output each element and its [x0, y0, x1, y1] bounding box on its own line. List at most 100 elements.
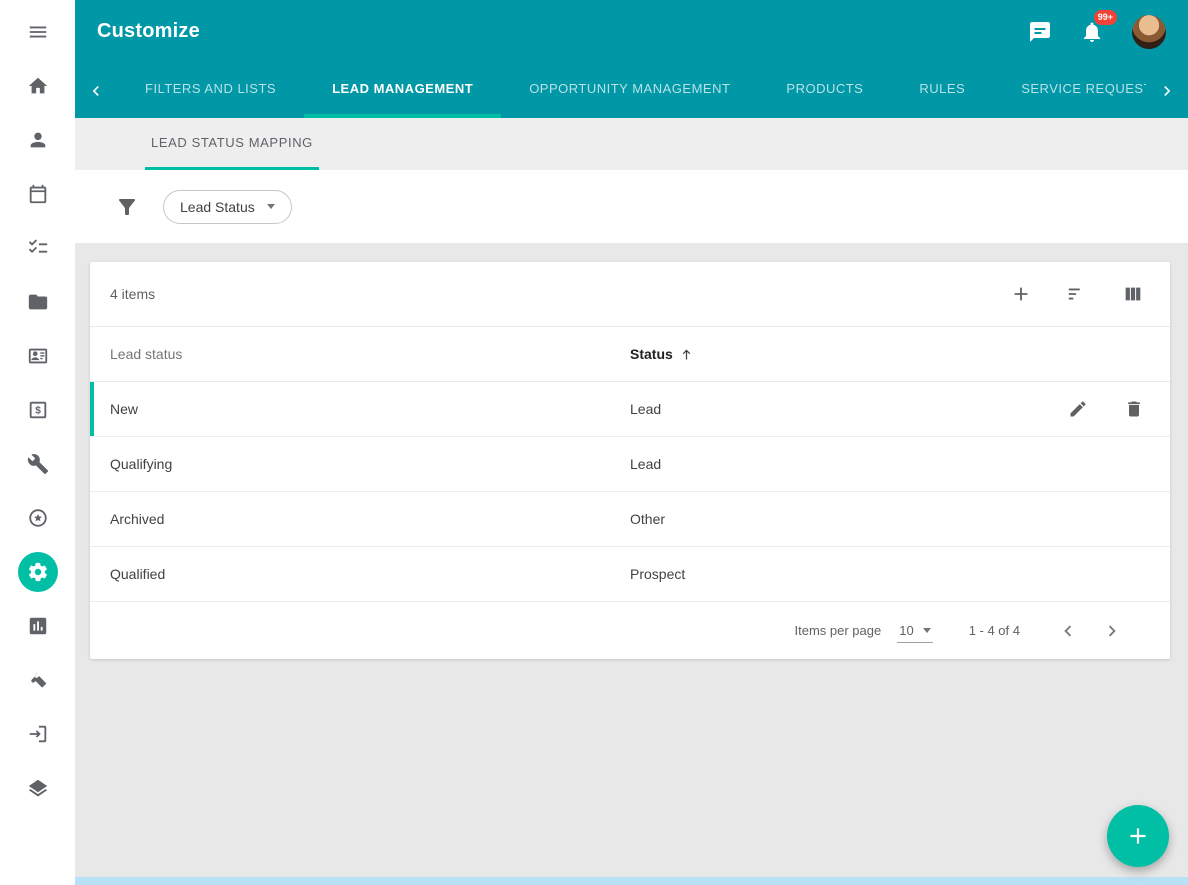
- tab-service-request-management[interactable]: SERVICE REQUEST MANAGEMI: [993, 63, 1146, 118]
- items-count: 4 items: [110, 286, 155, 302]
- add-fab[interactable]: [1107, 805, 1169, 867]
- lead-status-mapping-card: 4 items Lead status Status: [90, 262, 1170, 659]
- sidebar-item-account[interactable]: [18, 120, 58, 160]
- tabs-scroll-right-button[interactable]: [1146, 63, 1188, 118]
- page-range-label: 1 - 4 of 4: [969, 623, 1020, 638]
- tab-rules[interactable]: RULES: [891, 63, 993, 118]
- app-bar: Customize 99+: [75, 0, 1188, 63]
- cell-status: Lead: [630, 456, 1144, 472]
- wrench-icon: [27, 453, 49, 475]
- lead-status-filter-chip[interactable]: Lead Status: [163, 190, 292, 224]
- bar-chart-icon: [27, 615, 49, 637]
- tabs-scroll-left-button[interactable]: [75, 63, 117, 118]
- avatar[interactable]: [1132, 15, 1166, 49]
- chevron-right-icon: [1101, 620, 1123, 642]
- person-icon: [27, 129, 49, 151]
- table-row[interactable]: Qualified Prospect: [90, 547, 1170, 602]
- filter-icon[interactable]: [115, 195, 139, 219]
- sidebar-item-exit[interactable]: [18, 714, 58, 754]
- add-icon[interactable]: [1010, 283, 1032, 305]
- page-size-select[interactable]: 10: [897, 619, 932, 643]
- tab-lead-management[interactable]: LEAD MANAGEMENT: [304, 63, 501, 118]
- chat-button[interactable]: [1028, 20, 1052, 44]
- sidebar-item-home[interactable]: [18, 66, 58, 106]
- header-actions: 99+: [1028, 15, 1166, 49]
- sidebar-item-settings[interactable]: [18, 552, 58, 592]
- delete-icon[interactable]: [1124, 399, 1144, 419]
- folder-icon: [27, 291, 49, 313]
- page-title: Customize: [97, 20, 200, 43]
- chat-icon: [1028, 20, 1052, 44]
- notifications-button[interactable]: 99+: [1080, 20, 1104, 44]
- notification-badge: 99+: [1094, 10, 1117, 26]
- table-row[interactable]: Archived Other: [90, 492, 1170, 547]
- home-icon: [27, 75, 49, 97]
- horizontal-scrollbar[interactable]: [75, 877, 1188, 885]
- menu-icon[interactable]: [18, 12, 58, 52]
- sidebar-item-documents[interactable]: [18, 282, 58, 322]
- cell-lead-status: Qualifying: [110, 456, 630, 472]
- row-actions: [1068, 399, 1144, 419]
- table-header-row: Lead status Status: [90, 326, 1170, 382]
- chevron-down-icon: [923, 628, 931, 633]
- filter-row: Lead Status: [75, 170, 1188, 243]
- sidebar-item-tasks[interactable]: [18, 228, 58, 268]
- previous-page-button[interactable]: [1046, 620, 1090, 642]
- sidebar-item-contacts[interactable]: [18, 336, 58, 376]
- chip-label: Lead Status: [180, 199, 255, 215]
- items-per-page-label: Items per page: [795, 623, 882, 638]
- sidebar-item-calendar[interactable]: [18, 174, 58, 214]
- card-actions: [1010, 283, 1144, 305]
- sidebar-item-reports[interactable]: [18, 606, 58, 646]
- paginator: Items per page 10 1 - 4 of 4: [90, 602, 1170, 659]
- chevron-down-icon: [267, 204, 275, 209]
- sidebar-item-deals[interactable]: [18, 660, 58, 700]
- hamburger-icon: [27, 21, 49, 43]
- sort-icon[interactable]: [1066, 283, 1088, 305]
- columns-icon[interactable]: [1122, 283, 1144, 305]
- login-arrow-icon: [27, 723, 49, 745]
- column-header-status[interactable]: Status: [630, 346, 1144, 362]
- sidebar-item-quotations[interactable]: $: [18, 390, 58, 430]
- gear-icon: [27, 561, 49, 583]
- cell-status: Lead: [630, 401, 1068, 417]
- sidebar-item-goals[interactable]: [18, 498, 58, 538]
- plus-icon: [1125, 823, 1151, 849]
- sidebar-item-integrations[interactable]: [18, 768, 58, 808]
- cell-lead-status: Qualified: [110, 566, 630, 582]
- sort-ascending-icon: [679, 347, 694, 362]
- calendar-icon: [27, 183, 49, 205]
- cell-status: Other: [630, 511, 1144, 527]
- dollar-document-icon: $: [27, 399, 49, 421]
- svg-text:$: $: [35, 406, 41, 417]
- column-header-lead-status[interactable]: Lead status: [110, 346, 630, 362]
- table-row[interactable]: Qualifying Lead: [90, 437, 1170, 492]
- edit-icon[interactable]: [1068, 399, 1088, 419]
- star-badge-icon: [27, 507, 49, 529]
- customize-tab-bar: FILTERS AND LISTS LEAD MANAGEMENT OPPORT…: [75, 63, 1188, 118]
- handshake-icon: [27, 669, 49, 691]
- chevron-left-icon: [86, 81, 106, 101]
- cell-lead-status: New: [110, 401, 630, 417]
- contacts-icon: [27, 345, 49, 367]
- chevron-left-icon: [1057, 620, 1079, 642]
- layers-icon: [27, 777, 49, 799]
- tab-products[interactable]: PRODUCTS: [758, 63, 891, 118]
- checklist-icon: [27, 237, 49, 259]
- sidebar: $: [0, 0, 75, 885]
- sub-tab-bar: LEAD STATUS MAPPING: [75, 118, 1188, 170]
- sidebar-item-tools[interactable]: [18, 444, 58, 484]
- tabs: FILTERS AND LISTS LEAD MANAGEMENT OPPORT…: [117, 63, 1146, 118]
- column-header-status-label: Status: [630, 346, 673, 362]
- tab-lead-status-mapping[interactable]: LEAD STATUS MAPPING: [145, 118, 319, 170]
- next-page-button[interactable]: [1090, 620, 1134, 642]
- content-area: 4 items Lead status Status: [75, 243, 1188, 877]
- tab-filters-and-lists[interactable]: FILTERS AND LISTS: [117, 63, 304, 118]
- main-area: Customize 99+ FILTERS AND LISTS LEAD MAN…: [75, 0, 1188, 885]
- tab-opportunity-management[interactable]: OPPORTUNITY MANAGEMENT: [501, 63, 758, 118]
- card-header: 4 items: [90, 262, 1170, 326]
- table-row[interactable]: New Lead: [90, 382, 1170, 437]
- chevron-right-icon: [1157, 81, 1177, 101]
- cell-status: Prospect: [630, 566, 1144, 582]
- page-size-value: 10: [899, 623, 913, 638]
